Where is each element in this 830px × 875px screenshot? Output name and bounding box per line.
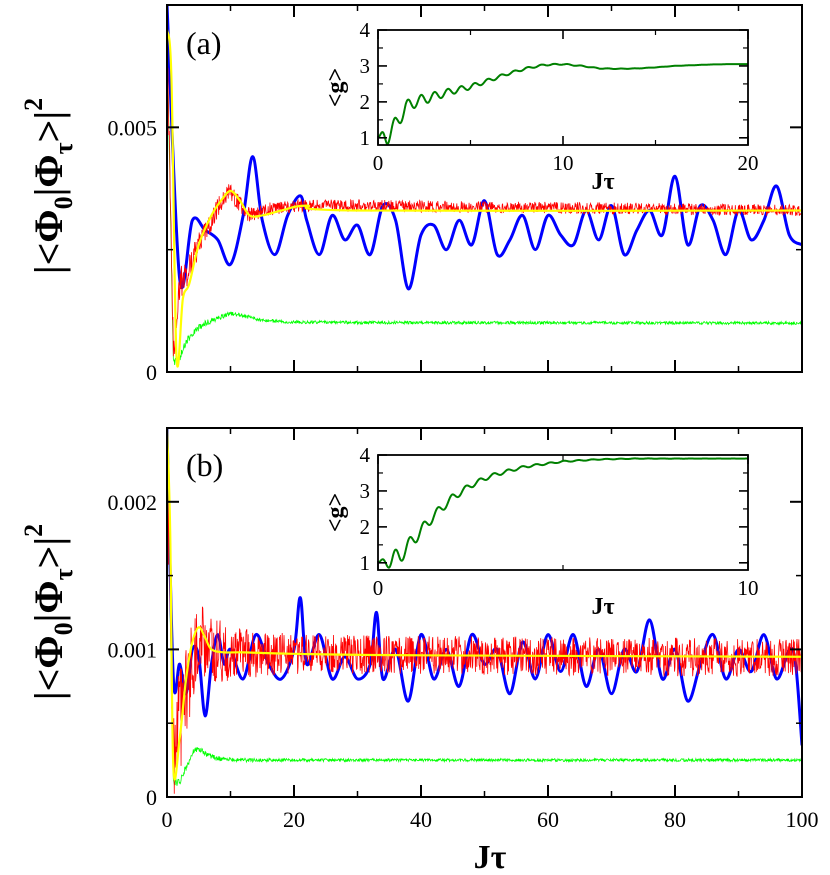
inset-x-tick-label: 20 bbox=[738, 151, 759, 175]
panel-b-label: (b) bbox=[186, 447, 223, 483]
panel-b: (b) |<Φ0|Φτ>|2 Jτ 0 20 40 60 80 10000.0010.00… bbox=[19, 427, 819, 875]
inset-x-tick-label: 0 bbox=[373, 151, 384, 175]
inset-y-tick-label: 2 bbox=[360, 90, 371, 114]
panel-b-xlabel: Jτ bbox=[474, 839, 507, 875]
inset-y-tick-label: 1 bbox=[360, 551, 371, 575]
inset-y-tick-label: 3 bbox=[360, 479, 371, 503]
y-tick-label: 0.005 bbox=[108, 115, 158, 140]
inset-background bbox=[378, 455, 748, 570]
y-tick-label: 0 bbox=[146, 785, 157, 810]
inset-xlabel: Jτ bbox=[591, 169, 614, 195]
inset-y-tick-label: 1 bbox=[360, 126, 371, 150]
y-tick-label: 0.002 bbox=[108, 490, 158, 515]
inset-ylabel: <g> bbox=[323, 68, 349, 107]
x-tick-label: 40 bbox=[410, 807, 432, 832]
inset-y-tick-label: 2 bbox=[360, 515, 371, 539]
panel-b-inset: 0 10 1 2 3 4 Jτ <g> bbox=[323, 443, 759, 620]
inset-background bbox=[378, 30, 748, 145]
panel-a-label: (a) bbox=[186, 25, 222, 61]
panel-b-ylabel: |<Φ0|Φτ>|2 bbox=[19, 524, 78, 700]
y-tick-label: 0.001 bbox=[108, 637, 158, 662]
panel-a-ylabel: |<Φ0|Φτ>|2 bbox=[19, 98, 78, 274]
x-tick-label: 80 bbox=[664, 807, 686, 832]
inset-y-tick-label: 4 bbox=[360, 18, 371, 42]
y-tick-label: 0 bbox=[146, 360, 157, 385]
x-tick-label: 100 bbox=[786, 807, 819, 832]
inset-y-tick-label: 3 bbox=[360, 54, 371, 78]
inset-ylabel: <g> bbox=[323, 493, 349, 532]
x-tick-label: 60 bbox=[537, 807, 559, 832]
inset-x-tick-label: 0 bbox=[373, 576, 384, 600]
panel-a: (a) |<Φ0|Φτ>|2 0 0.005 0 10 20 1 2 3 4 Jτ <g> bbox=[19, 4, 803, 385]
panel-a-inset: 0 10 20 1 2 3 4 Jτ <g> bbox=[323, 18, 759, 195]
inset-x-tick-label: 10 bbox=[738, 576, 759, 600]
figure: (a) |<Φ0|Φτ>|2 00.0050 10 201234Jτ<g> (b) … bbox=[19, 4, 819, 875]
x-tick-label: 0 bbox=[162, 807, 173, 832]
x-tick-label: 20 bbox=[283, 807, 305, 832]
inset-y-tick-label: 4 bbox=[360, 443, 371, 467]
inset-xlabel: Jτ bbox=[591, 594, 614, 620]
inset-x-tick-label: 10 bbox=[553, 151, 574, 175]
